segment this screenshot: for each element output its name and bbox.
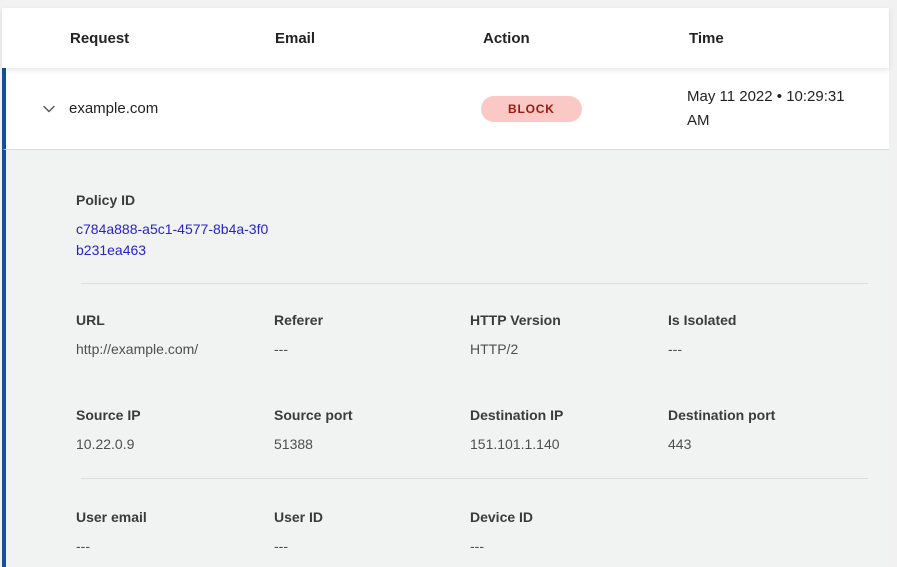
user-details-grid: User email --- User ID --- Device ID ---	[76, 507, 868, 556]
url-field: URL http://example.com/	[76, 310, 274, 359]
user-id-label: User ID	[274, 507, 470, 527]
destination-ip-label: Destination IP	[470, 405, 668, 425]
is-isolated-field: Is Isolated ---	[668, 310, 868, 359]
http-version-label: HTTP Version	[470, 310, 668, 330]
policy-id-link[interactable]: c784a888-a5c1-4577-8b4a-3f0b231ea463	[76, 219, 274, 261]
policy-id-field: Policy ID c784a888-a5c1-4577-8b4a-3f0b23…	[76, 190, 868, 261]
table-header: Request Email Action Time	[2, 8, 889, 68]
is-isolated-value: ---	[668, 339, 868, 359]
device-id-value: ---	[470, 536, 668, 556]
column-header-time: Time	[689, 30, 889, 47]
url-label: URL	[76, 310, 274, 330]
column-header-action: Action	[483, 30, 689, 47]
url-value: http://example.com/	[76, 339, 274, 359]
referer-field: Referer ---	[274, 310, 470, 359]
source-ip-label: Source IP	[76, 405, 274, 425]
column-header-request: Request	[70, 30, 275, 47]
destination-ip-field: Destination IP 151.101.1.140	[470, 405, 668, 454]
divider	[81, 478, 868, 479]
details-panel: Policy ID c784a888-a5c1-4577-8b4a-3f0b23…	[2, 150, 889, 567]
log-row[interactable]: example.com BLOCK May 11 2022 • 10:29:31…	[2, 68, 889, 150]
destination-port-label: Destination port	[668, 405, 868, 425]
destination-port-value: 443	[668, 434, 868, 454]
device-id-label: Device ID	[470, 507, 668, 527]
user-email-label: User email	[76, 507, 274, 527]
source-port-label: Source port	[274, 405, 470, 425]
details-grid: URL http://example.com/ Referer --- HTTP…	[76, 310, 868, 454]
http-version-field: HTTP Version HTTP/2	[470, 310, 668, 359]
column-header-email: Email	[275, 30, 483, 47]
action-cell: BLOCK	[481, 96, 687, 122]
time-value: May 11 2022 • 10:29:31 AM	[687, 85, 877, 133]
user-email-field: User email ---	[76, 507, 274, 556]
http-version-value: HTTP/2	[470, 339, 668, 359]
source-port-value: 51388	[274, 434, 470, 454]
policy-id-label: Policy ID	[76, 190, 868, 210]
destination-ip-value: 151.101.1.140	[470, 434, 668, 454]
source-port-field: Source port 51388	[274, 405, 470, 454]
is-isolated-label: Is Isolated	[668, 310, 868, 330]
destination-port-field: Destination port 443	[668, 405, 868, 454]
device-id-field: Device ID ---	[470, 507, 668, 556]
source-ip-field: Source IP 10.22.0.9	[76, 405, 274, 454]
request-domain: example.com	[69, 100, 273, 117]
divider	[81, 283, 868, 284]
user-id-value: ---	[274, 536, 470, 556]
user-email-value: ---	[76, 536, 274, 556]
referer-label: Referer	[274, 310, 470, 330]
user-id-field: User ID ---	[274, 507, 470, 556]
referer-value: ---	[274, 339, 470, 359]
chevron-down-icon[interactable]	[41, 101, 57, 117]
status-badge-block: BLOCK	[481, 96, 582, 122]
source-ip-value: 10.22.0.9	[76, 434, 274, 454]
spacer-cell	[668, 507, 868, 556]
log-table: Request Email Action Time example.com BL…	[2, 8, 889, 567]
